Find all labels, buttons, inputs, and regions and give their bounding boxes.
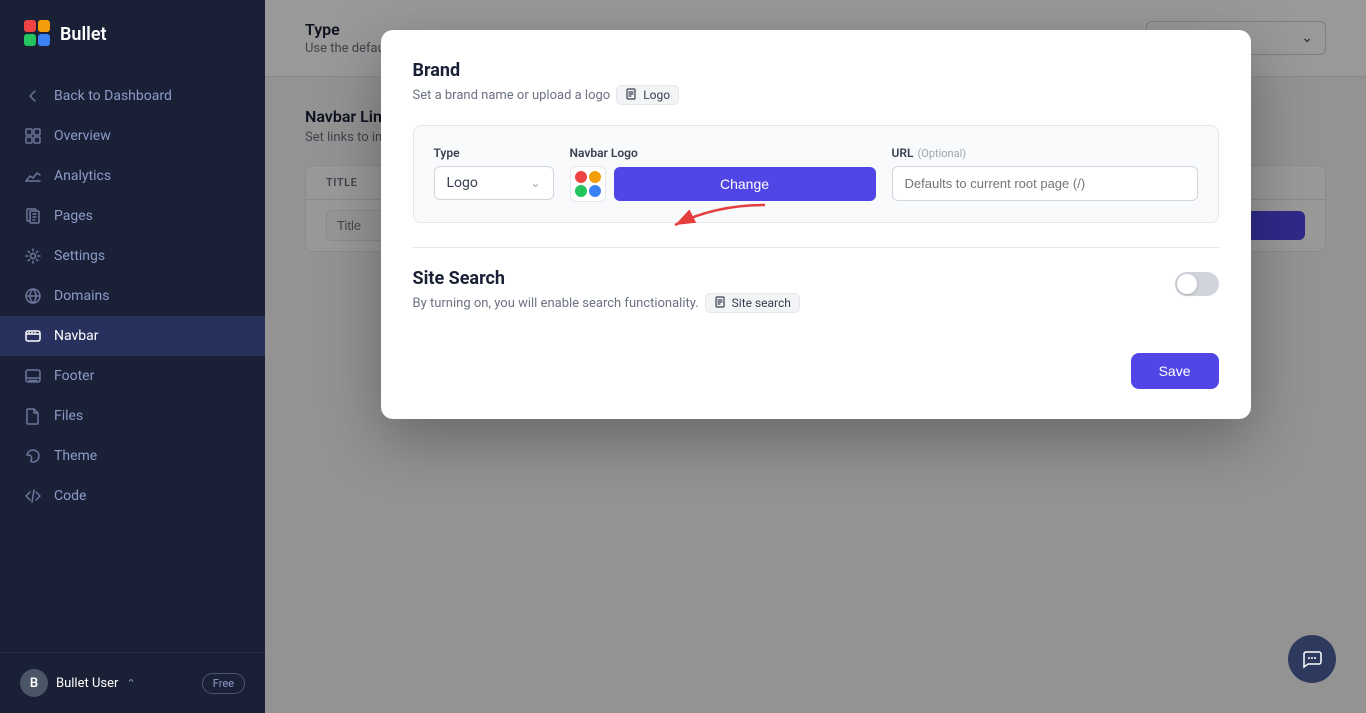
sidebar-item-navbar[interactable]: Navbar (0, 316, 265, 356)
url-label-row: URL (Optional) (892, 146, 1198, 160)
site-search-doc-link[interactable]: Site search (705, 293, 800, 313)
app-name: Bullet (60, 24, 107, 45)
book-icon-2 (714, 296, 728, 310)
brand-title: Brand (413, 60, 1219, 81)
sidebar-footer: B Bullet User ⌃ Free (0, 652, 265, 713)
sidebar-navbar-label: Navbar (54, 328, 99, 344)
code-icon (24, 487, 42, 505)
modal-overlay: Brand Set a brand name or upload a logo … (265, 0, 1366, 713)
navbar-logo-group: Navbar Logo Change (570, 146, 876, 202)
sidebar-footer-label: Footer (54, 368, 94, 384)
brand-type-select[interactable]: Logo ⌄ (434, 166, 554, 200)
sidebar-overview-label: Overview (54, 128, 111, 144)
sidebar-item-overview[interactable]: Overview (0, 116, 265, 156)
chat-fab-button[interactable] (1288, 635, 1336, 683)
settings-icon (24, 247, 42, 265)
save-button[interactable]: Save (1131, 353, 1219, 389)
user-name: Bullet User (56, 676, 118, 691)
avatar: B (20, 669, 48, 697)
plan-badge: Free (202, 673, 245, 694)
analytics-icon (24, 167, 42, 185)
type-label: Type (434, 146, 554, 160)
sidebar-files-label: Files (54, 408, 83, 424)
domains-icon (24, 287, 42, 305)
footer-icon (24, 367, 42, 385)
sidebar-item-code[interactable]: Code (0, 476, 265, 516)
navbar-logo-row: Change (570, 166, 876, 202)
grid-icon (24, 127, 42, 145)
color-dot-yellow (589, 171, 601, 183)
change-logo-button[interactable]: Change (614, 167, 876, 201)
site-search-title: Site Search (413, 268, 800, 289)
color-dot-blue (589, 185, 601, 197)
brand-form-row: Type Logo ⌄ Navbar Logo (434, 146, 1198, 202)
toggle-knob (1177, 274, 1197, 294)
bullet-logo-icon (24, 20, 52, 48)
color-dot-red (575, 171, 587, 183)
url-label: URL (892, 146, 914, 160)
brand-doc-link-label: Logo (643, 88, 670, 102)
site-search-left: Site Search By turning on, you will enab… (413, 268, 800, 333)
brand-modal: Brand Set a brand name or upload a logo … (381, 30, 1251, 419)
sidebar-code-label: Code (54, 488, 86, 504)
sidebar-theme-label: Theme (54, 448, 97, 464)
sidebar-item-pages[interactable]: Pages (0, 196, 265, 236)
sidebar-settings-label: Settings (54, 248, 105, 264)
main-content: Type Use the default navbar or select a … (265, 0, 1366, 713)
pages-icon (24, 207, 42, 225)
back-arrow-icon (24, 87, 42, 105)
sidebar-analytics-label: Analytics (54, 168, 111, 184)
color-dot-green (575, 185, 587, 197)
site-search-desc: By turning on, you will enable search fu… (413, 293, 800, 313)
sidebar-item-footer[interactable]: Footer (0, 356, 265, 396)
brand-type-value: Logo (447, 175, 478, 191)
chevron-down-icon: ⌄ (530, 176, 540, 190)
sidebar-back-label: Back to Dashboard (54, 88, 172, 104)
site-search-toggle[interactable] (1175, 272, 1219, 296)
chat-icon (1301, 648, 1323, 670)
sidebar-item-analytics[interactable]: Analytics (0, 156, 265, 196)
logo-preview (570, 166, 606, 202)
navbar-icon (24, 327, 42, 345)
brand-description: Set a brand name or upload a logo Logo (413, 85, 1219, 105)
url-input[interactable] (892, 166, 1198, 201)
site-search-doc-link-label: Site search (732, 296, 791, 310)
book-icon (625, 88, 639, 102)
files-icon (24, 407, 42, 425)
brand-doc-link[interactable]: Logo (616, 85, 679, 105)
optional-badge: (Optional) (918, 147, 967, 160)
theme-icon (24, 447, 42, 465)
sidebar-item-domains[interactable]: Domains (0, 276, 265, 316)
url-form-group: URL (Optional) (892, 146, 1198, 201)
sidebar: Bullet Back to Dashboard Overview (0, 0, 265, 713)
user-info[interactable]: B Bullet User ⌃ (20, 669, 136, 697)
sidebar-logo: Bullet (0, 0, 265, 68)
sidebar-domains-label: Domains (54, 288, 109, 304)
sidebar-item-settings[interactable]: Settings (0, 236, 265, 276)
site-search-section: Site Search By turning on, you will enab… (413, 268, 1219, 333)
type-form-group: Type Logo ⌄ (434, 146, 554, 200)
modal-footer: Save (413, 353, 1219, 389)
navbar-logo-label: Navbar Logo (570, 146, 876, 160)
sidebar-item-files[interactable]: Files (0, 396, 265, 436)
chevron-up-icon: ⌃ (126, 677, 135, 690)
section-divider (413, 247, 1219, 248)
brand-form: Type Logo ⌄ Navbar Logo (413, 125, 1219, 223)
sidebar-navigation: Back to Dashboard Overview Analytics (0, 68, 265, 652)
sidebar-pages-label: Pages (54, 208, 93, 224)
sidebar-item-back[interactable]: Back to Dashboard (0, 76, 265, 116)
sidebar-item-theme[interactable]: Theme (0, 436, 265, 476)
